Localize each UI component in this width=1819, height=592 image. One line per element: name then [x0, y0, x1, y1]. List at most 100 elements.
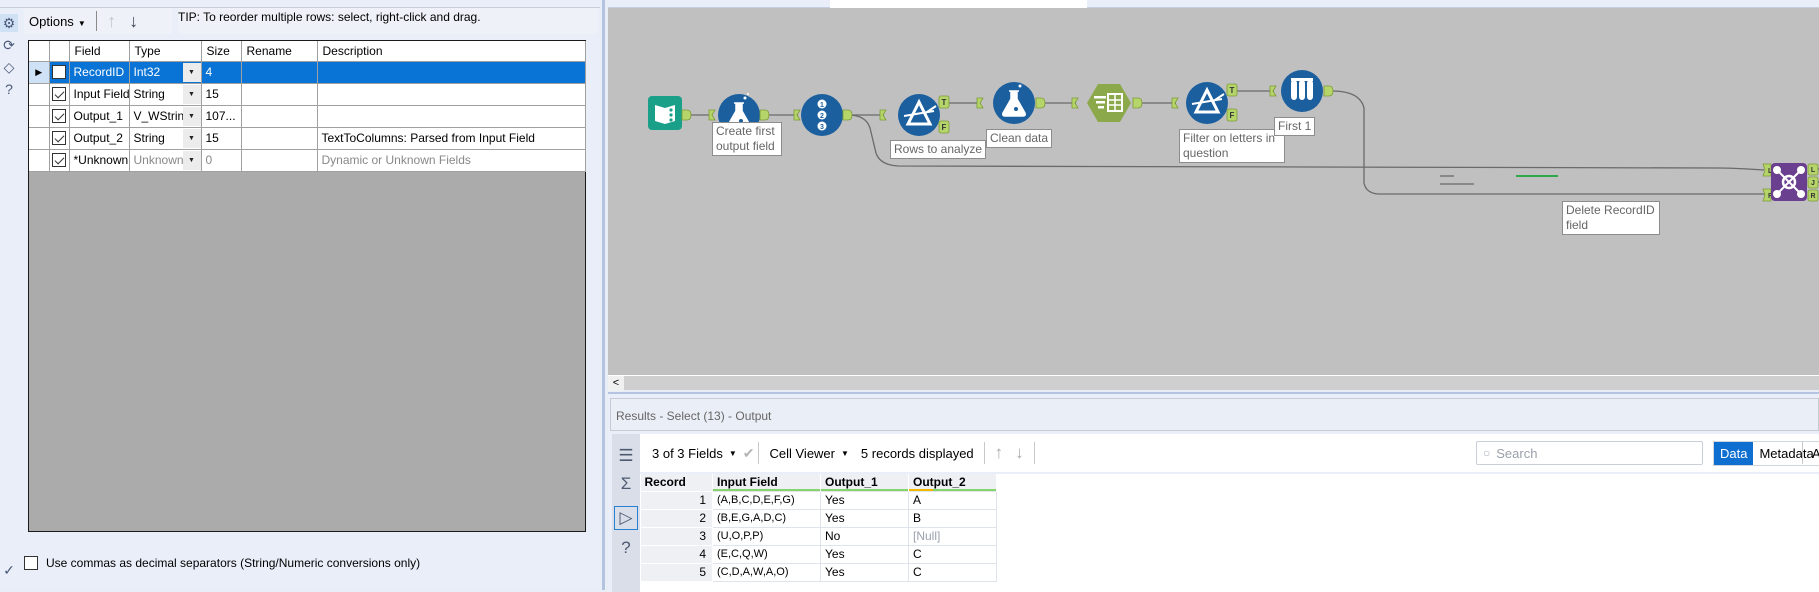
checkbox-unchecked[interactable] — [52, 65, 66, 80]
header-input-field[interactable]: Input Field — [712, 474, 821, 491]
field-row[interactable]: *Unknown Unknown ▼ 0 Dynamic or Unknown F… — [29, 149, 586, 172]
output-anchor[interactable] — [1035, 97, 1046, 109]
caret-down-icon[interactable]: ▼ — [182, 106, 200, 126]
tag-icon[interactable]: ◇ — [0, 58, 18, 76]
checkbox-checked[interactable] — [52, 131, 66, 146]
viewer-selector[interactable]: Cell Viewer ▼ — [763, 446, 854, 461]
cell-output-1[interactable]: Yes — [820, 490, 909, 510]
header-size[interactable]: Size — [201, 41, 242, 62]
help-icon[interactable]: ? — [0, 80, 18, 98]
annotation-filter2[interactable]: Filter on letters in question — [1179, 129, 1285, 163]
field-name[interactable]: *Unknown — [69, 149, 130, 172]
checkbox-checked[interactable] — [52, 153, 66, 168]
checkbox-checked[interactable] — [52, 87, 66, 102]
metadata-tab[interactable]: Metadata — [1753, 442, 1819, 465]
input-anchor[interactable] — [976, 97, 984, 109]
check-circle-icon[interactable]: ✓ — [0, 562, 18, 580]
field-description[interactable] — [317, 83, 586, 106]
cell-output-2-null[interactable]: [Null] — [908, 526, 997, 546]
output-anchor[interactable] — [759, 109, 770, 121]
results-row[interactable]: 3 (U,O,P,P) No [Null] — [640, 526, 997, 546]
data-tab[interactable]: Data — [1714, 442, 1754, 465]
results-search-input[interactable]: ○ Search — [1476, 441, 1703, 465]
header-description[interactable]: Description — [317, 41, 586, 62]
output-anchor-icon[interactable]: ▷ — [614, 506, 638, 530]
input-anchor[interactable] — [1269, 85, 1277, 97]
output-anchor[interactable] — [1132, 97, 1143, 109]
field-type-select[interactable]: V_WString ▼ — [129, 105, 202, 128]
tool-join[interactable] — [1771, 163, 1807, 201]
field-row[interactable]: Output_2 String ▼ 15 TextToColumns: Parse… — [29, 127, 586, 150]
cell-output-2[interactable]: C — [908, 544, 997, 564]
field-row[interactable]: Input Field String ▼ 15 — [29, 83, 586, 106]
input-anchor[interactable] — [879, 109, 887, 121]
field-description[interactable] — [317, 61, 586, 84]
field-size[interactable]: 4 — [201, 61, 242, 84]
field-name[interactable]: RecordID — [69, 61, 130, 84]
field-checkbox[interactable] — [49, 61, 70, 84]
row-pointer-icon[interactable]: ▶ — [29, 61, 50, 84]
comma-decimal-checkbox[interactable] — [24, 556, 38, 570]
cell-output-1[interactable]: Yes — [820, 544, 909, 564]
field-description[interactable] — [317, 105, 586, 128]
tool-record-id[interactable]: 1 2 3 — [801, 94, 843, 136]
row-selector[interactable] — [29, 127, 50, 150]
caret-down-icon[interactable]: ▼ — [182, 150, 200, 170]
sigma-icon[interactable]: Σ — [614, 472, 638, 496]
results-row[interactable]: 5 (C,D,A,W,A,O) Yes C — [640, 562, 997, 582]
results-row[interactable]: 2 (B,E,G,A,D,C) Yes B — [640, 508, 997, 528]
input-anchor[interactable] — [793, 109, 801, 121]
field-rename[interactable] — [241, 61, 318, 84]
connection-sample-join-right[interactable] — [1331, 90, 1766, 195]
tool-text-to-columns[interactable] — [1087, 84, 1131, 122]
actions-menu[interactable]: Act — [1812, 446, 1819, 461]
list-icon[interactable]: ☰ — [614, 444, 638, 468]
header-rename[interactable]: Rename — [241, 41, 318, 62]
field-size[interactable]: 107... — [201, 105, 242, 128]
gear-icon[interactable]: ⚙ — [0, 14, 18, 32]
field-rename[interactable] — [241, 83, 318, 106]
row-selector[interactable] — [29, 105, 50, 128]
field-size[interactable]: 15 — [201, 83, 242, 106]
header-output-2[interactable]: Output_2 — [908, 474, 997, 491]
caret-down-icon[interactable]: ▼ — [182, 84, 200, 104]
field-description[interactable]: TextToColumns: Parsed from Input Field — [317, 127, 586, 150]
cell-input-field[interactable]: (E,C,Q,W) — [712, 544, 821, 564]
checkbox-checked[interactable] — [52, 109, 66, 124]
scroll-left-chevron-icon[interactable]: < — [608, 376, 624, 391]
field-name[interactable]: Input Field — [69, 83, 130, 106]
cell-input-field[interactable]: (B,E,G,A,D,C) — [712, 508, 821, 528]
input-anchor[interactable] — [1071, 97, 1079, 109]
field-name[interactable]: Output_1 — [69, 105, 130, 128]
field-type-select[interactable]: String ▼ — [129, 83, 202, 106]
input-anchor[interactable] — [708, 109, 716, 121]
field-rename[interactable] — [241, 127, 318, 150]
tool-filter-1[interactable] — [898, 94, 940, 136]
cell-output-1[interactable]: No — [820, 526, 909, 546]
arrow-down-icon[interactable]: ↓ — [1009, 443, 1030, 463]
output-anchor[interactable] — [1323, 85, 1334, 97]
header-output-1[interactable]: Output_1 — [820, 474, 909, 491]
move-down-arrow-icon[interactable]: ↓ — [123, 11, 145, 32]
apply-check-icon[interactable]: ✔ — [743, 445, 755, 462]
caret-down-icon[interactable]: ▼ — [182, 62, 200, 82]
field-name[interactable]: Output_2 — [69, 127, 130, 150]
cell-input-field[interactable]: (U,O,P,P) — [712, 526, 821, 546]
annotation-select[interactable]: Delete RecordID field — [1562, 201, 1660, 235]
fields-selector[interactable]: 3 of 3 Fields ▼ — [646, 446, 743, 461]
tool-formula-2[interactable] — [993, 82, 1035, 124]
cell-output-1[interactable]: Yes — [820, 508, 909, 528]
input-anchor[interactable] — [1171, 97, 1179, 109]
workflow-canvas[interactable]: 1 2 3 T F T F L R L J R Create first out… — [608, 8, 1819, 375]
arrow-up-icon[interactable]: ↑ — [989, 443, 1010, 463]
cell-input-field[interactable]: (C,D,A,W,A,O) — [712, 562, 821, 582]
field-row[interactable]: Output_1 V_WString ▼ 107... — [29, 105, 586, 128]
annotation-filter1[interactable]: Rows to analyze — [890, 140, 987, 159]
field-checkbox[interactable] — [49, 105, 70, 128]
results-row[interactable]: 4 (E,C,Q,W) Yes C — [640, 544, 997, 564]
active-tab[interactable] — [830, 0, 1087, 8]
field-checkbox[interactable] — [49, 127, 70, 150]
cell-output-2[interactable]: C — [908, 562, 997, 582]
field-size[interactable]: 0 — [201, 149, 242, 172]
field-type-select[interactable]: Unknown ▼ — [129, 149, 202, 172]
